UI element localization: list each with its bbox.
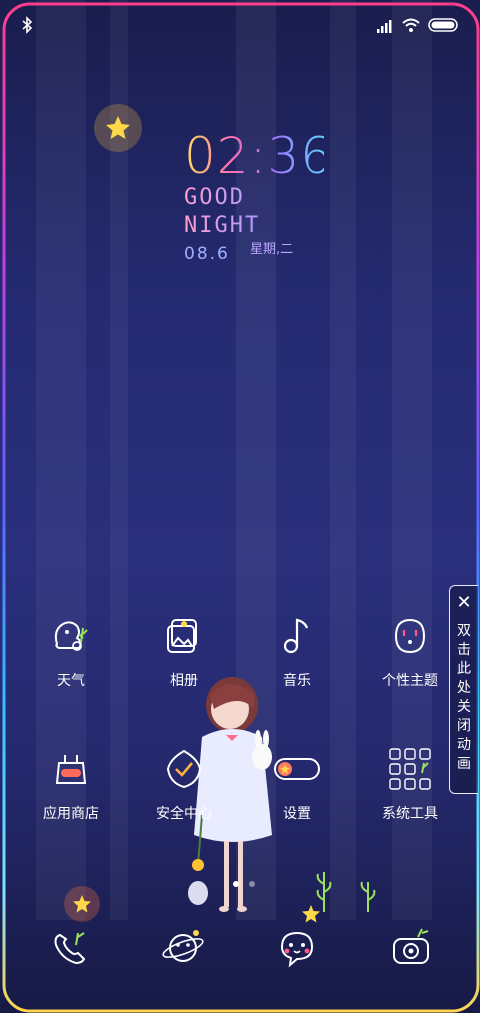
system-tools-icon [389, 748, 431, 790]
wifi-icon [402, 18, 420, 32]
gallery-icon [167, 619, 197, 653]
signal-icon [377, 20, 392, 33]
clock-time: 02:36 [184, 127, 334, 185]
app-settings[interactable]: 设置 [247, 745, 347, 823]
page-indicator [228, 872, 260, 891]
app-label: 相册 [170, 673, 198, 689]
settings-toggle-icon [274, 758, 320, 780]
app-label: 安全中心 [156, 806, 212, 822]
plant-decoration [316, 872, 376, 912]
page-dot-active[interactable] [233, 881, 239, 887]
app-label: 天气 [57, 673, 85, 689]
phone-icon[interactable] [48, 925, 94, 971]
app-system-tools[interactable]: 系统工具 [360, 745, 460, 823]
app-label: 系统工具 [382, 806, 438, 822]
app-themes[interactable]: 个性主题 [360, 612, 460, 690]
star-decoration [64, 886, 100, 922]
app-label: 应用商店 [43, 806, 99, 822]
clock-weekday: 星期,二 [250, 242, 294, 257]
app-label: 设置 [283, 806, 311, 822]
close-animation-tab[interactable]: ✕ 双击此处关闭动画 [449, 585, 478, 794]
app-gallery[interactable]: 相册 [134, 612, 234, 690]
status-bar [0, 12, 480, 40]
battery-icon [428, 18, 458, 32]
weather-icon [54, 621, 88, 651]
app-store[interactable]: 应用商店 [21, 745, 121, 823]
camera-icon[interactable] [388, 925, 434, 971]
greeting-text: GOOD NIGHT [184, 184, 324, 240]
planet-browser-icon[interactable] [160, 925, 206, 971]
themes-icon [394, 618, 426, 654]
close-icon[interactable]: ✕ [450, 592, 478, 613]
close-animation-text: 双击此处关闭动画 [457, 623, 471, 772]
app-label: 音乐 [283, 673, 311, 689]
app-security[interactable]: 安全中心 [134, 745, 234, 823]
star-decoration [94, 104, 142, 152]
app-weather[interactable]: 天气 [21, 612, 121, 690]
bluetooth-icon [22, 16, 33, 34]
app-music[interactable]: 音乐 [247, 612, 347, 690]
lock-home-screen: 02:36 GOOD NIGHT 08.6 星期,二 天气 相册 音乐 个性主题… [0, 0, 480, 1013]
app-store-icon [55, 755, 87, 784]
music-icon [283, 618, 309, 654]
page-dot[interactable] [249, 881, 255, 887]
security-icon [166, 749, 202, 789]
app-label: 个性主题 [382, 673, 438, 689]
message-bubble-icon[interactable] [274, 925, 320, 971]
